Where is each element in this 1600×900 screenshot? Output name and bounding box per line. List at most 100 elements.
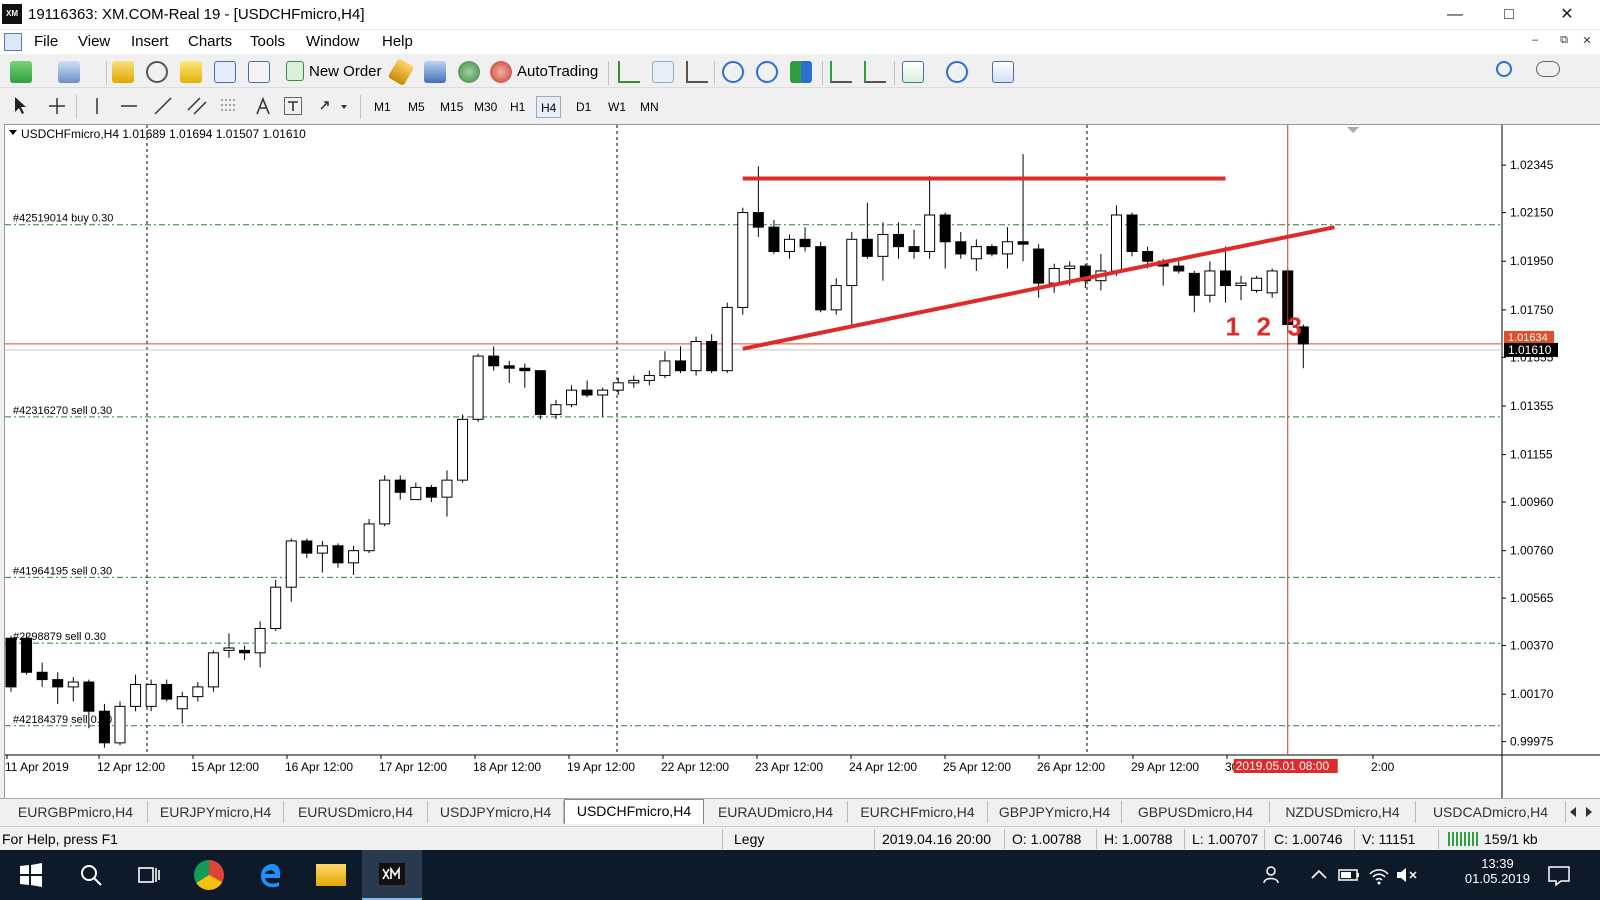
- child-minimize-button[interactable]: –: [1526, 34, 1544, 50]
- tab-eurjpy[interactable]: EURJPYmicro,H4: [148, 801, 284, 823]
- autotrading-button[interactable]: AutoTrading: [517, 63, 598, 80]
- tab-gbpjpy[interactable]: GBPJPYmicro,H4: [988, 801, 1122, 823]
- fibonacci-icon[interactable]: [218, 95, 240, 117]
- timeframe-m15[interactable]: M15: [436, 96, 467, 118]
- zoom-out-icon[interactable]: [756, 61, 778, 83]
- tab-usdcad[interactable]: USDCADmicro,H4: [1416, 801, 1566, 823]
- tab-eurchf[interactable]: EURCHFmicro,H4: [848, 801, 988, 823]
- letter-a-glyph-icon: [256, 96, 270, 115]
- tray-chevron-icon[interactable]: [1304, 860, 1334, 890]
- timeframe-m5[interactable]: M5: [404, 96, 429, 118]
- maximize-button[interactable]: □: [1486, 0, 1532, 30]
- timeframe-h4[interactable]: H4: [536, 96, 562, 118]
- tab-usdjpy[interactable]: USDJPYmicro,H4: [428, 801, 564, 823]
- close-button[interactable]: ✕: [1544, 0, 1590, 30]
- time-tick-label: 19 Apr 12:00: [567, 760, 635, 774]
- auto-scroll-icon[interactable]: [830, 61, 852, 83]
- tab-eurgbp[interactable]: EURGBPmicro,H4: [4, 801, 148, 823]
- child-close-button[interactable]: ✕: [1578, 34, 1596, 50]
- timeframe-h1[interactable]: H1: [506, 96, 529, 118]
- wifi-icon[interactable]: [1364, 860, 1394, 890]
- people-icon[interactable]: [1258, 860, 1288, 890]
- menu-view[interactable]: View: [78, 33, 110, 50]
- terminal-icon[interactable]: [214, 61, 236, 83]
- status-separator: [1184, 829, 1185, 849]
- trendline-icon[interactable]: [152, 95, 174, 117]
- minimize-button[interactable]: —: [1432, 0, 1478, 30]
- taskbar-clock[interactable]: 13:39 01.05.2019: [1465, 856, 1530, 886]
- xm-terminal-taskbar-icon[interactable]: [362, 850, 422, 900]
- tabs-scroll-left-icon[interactable]: [1566, 801, 1580, 823]
- menu-window[interactable]: Window: [306, 33, 359, 50]
- new-order-icon[interactable]: [286, 61, 304, 81]
- chrome-icon[interactable]: [194, 860, 224, 890]
- new-chart-icon[interactable]: [10, 61, 32, 83]
- candle-body: [1048, 268, 1060, 284]
- chart-shift-icon[interactable]: [864, 61, 886, 83]
- candle-body: [254, 628, 266, 654]
- candle: [441, 470, 453, 517]
- file-explorer-icon[interactable]: [316, 864, 346, 886]
- tab-usdchf[interactable]: USDCHFmicro,H4: [564, 799, 704, 824]
- chat-icon[interactable]: [1536, 61, 1560, 77]
- tab-gbpusd[interactable]: GBPUSDmicro,H4: [1122, 801, 1270, 823]
- text-label-icon[interactable]: [284, 97, 302, 115]
- horizontal-line-icon[interactable]: [118, 95, 140, 117]
- menu-file[interactable]: File: [34, 33, 58, 50]
- time-tick-label: 15 Apr 12:00: [191, 760, 259, 774]
- meta-editor-icon[interactable]: [387, 57, 415, 87]
- chart-window-icon[interactable]: [4, 33, 22, 51]
- autotrading-icon[interactable]: [490, 61, 512, 83]
- menu-tools[interactable]: Tools: [250, 33, 285, 50]
- text-tool-icon[interactable]: [252, 95, 274, 117]
- tile-windows-icon[interactable]: [790, 61, 812, 83]
- tab-euraud[interactable]: EURAUDmicro,H4: [704, 801, 848, 823]
- market-watch-icon[interactable]: [112, 61, 134, 83]
- menu-help[interactable]: Help: [382, 33, 413, 50]
- options-icon[interactable]: [424, 61, 446, 83]
- bar-chart-icon[interactable]: [618, 61, 640, 83]
- indicators-icon[interactable]: [902, 61, 924, 83]
- arrows-icon[interactable]: [318, 95, 347, 117]
- price-tick-label: 1.00565: [1510, 591, 1554, 605]
- tabs-scroll-right-icon[interactable]: [1582, 801, 1596, 823]
- new-order-button[interactable]: New Order: [309, 63, 382, 80]
- zoom-in-icon[interactable]: [722, 61, 744, 83]
- tester-icon[interactable]: [248, 61, 270, 83]
- chart-window[interactable]: 1.02345 1.02150 1.01950 1.01750 1.01555 1.013…: [4, 124, 1600, 801]
- search-icon[interactable]: [1496, 61, 1512, 77]
- profiles-icon[interactable]: [58, 61, 80, 83]
- menu-insert[interactable]: Insert: [131, 33, 169, 50]
- volume-muted-icon[interactable]: [1392, 860, 1422, 890]
- timeframe-m30[interactable]: M30: [470, 96, 501, 118]
- signals-icon[interactable]: [458, 61, 480, 83]
- search-icon[interactable]: [76, 860, 106, 890]
- equidistant-channel-icon[interactable]: [186, 95, 208, 117]
- timeframe-mn[interactable]: MN: [636, 96, 663, 118]
- candle: [21, 633, 33, 675]
- crosshair-icon[interactable]: [46, 95, 68, 117]
- tab-eurusd[interactable]: EURUSDmicro,H4: [284, 801, 428, 823]
- menu-charts[interactable]: Charts: [188, 33, 232, 50]
- task-view-icon[interactable]: [134, 860, 164, 890]
- vertical-line-icon[interactable]: [86, 95, 108, 117]
- price-tick-label: 1.01950: [1510, 254, 1554, 268]
- favorites-icon[interactable]: [180, 61, 202, 83]
- timeframe-w1[interactable]: W1: [604, 96, 630, 118]
- notifications-icon[interactable]: [1544, 860, 1574, 890]
- navigator-icon[interactable]: [146, 61, 168, 83]
- periods-icon[interactable]: [946, 61, 968, 83]
- edge-icon[interactable]: [256, 860, 286, 890]
- price-tick-label: 1.02150: [1510, 206, 1554, 220]
- child-restore-button[interactable]: ⧉: [1555, 34, 1573, 50]
- timeframe-d1[interactable]: D1: [572, 96, 595, 118]
- candlestick-icon[interactable]: [652, 61, 674, 83]
- battery-icon[interactable]: [1334, 860, 1364, 890]
- line-chart-icon[interactable]: [686, 61, 708, 83]
- windows-start-icon[interactable]: [16, 860, 46, 890]
- price-chart[interactable]: 1.023451.021501.019501.017501.015551.013…: [5, 125, 1600, 801]
- cursor-icon[interactable]: [12, 95, 28, 117]
- timeframe-m1[interactable]: M1: [370, 96, 395, 118]
- templates-icon[interactable]: [992, 61, 1014, 83]
- tab-nzdusd[interactable]: NZDUSDmicro,H4: [1270, 801, 1416, 823]
